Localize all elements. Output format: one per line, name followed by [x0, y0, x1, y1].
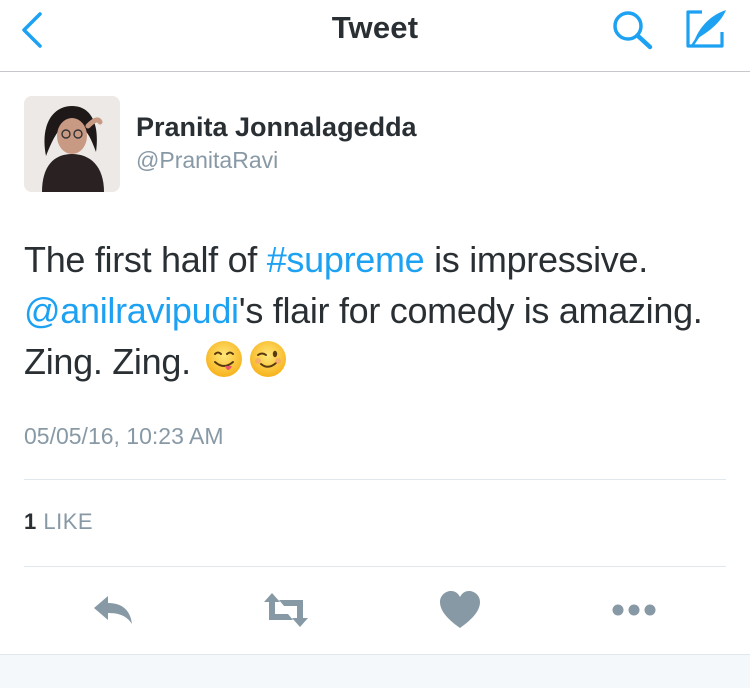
likes-number: 1 [24, 509, 37, 534]
winking-face-emoji [250, 341, 287, 377]
likes-count[interactable]: 1 LIKE [24, 509, 93, 535]
author-name[interactable]: Pranita Jonnalagedda [136, 112, 417, 143]
hashtag-link[interactable]: #supreme [267, 239, 425, 280]
profile-photo [24, 96, 120, 192]
tweet-timestamp: 05/05/16, 10:23 AM [24, 423, 224, 449]
more-dots-icon [612, 604, 656, 616]
more-button[interactable] [610, 588, 658, 632]
avatar[interactable] [24, 96, 120, 192]
face-savoring-food-emoji [206, 341, 243, 377]
search-icon [613, 11, 653, 50]
author-handle[interactable]: @PranitaRavi [136, 147, 278, 174]
divider [24, 566, 726, 567]
bottom-reply-area [0, 654, 750, 688]
retweet-button[interactable] [262, 588, 310, 632]
likes-label: LIKE [36, 509, 94, 534]
tweet-text: The first half of #supreme is impressive… [24, 234, 724, 387]
reply-icon [94, 596, 132, 624]
compose-button[interactable] [682, 6, 730, 52]
like-button[interactable] [436, 588, 484, 632]
divider [24, 479, 726, 480]
navigation-bar: Tweet [0, 0, 750, 72]
tweet-text-part: The first half of [24, 239, 267, 280]
reply-button[interactable] [90, 588, 138, 632]
like-heart-icon [440, 591, 480, 628]
tweet-text-part: is impressive. [424, 239, 648, 280]
mention-link[interactable]: @anilravipudi [24, 290, 239, 331]
compose-quill-icon [686, 10, 726, 48]
search-button[interactable] [610, 8, 656, 52]
retweet-icon [264, 593, 308, 627]
